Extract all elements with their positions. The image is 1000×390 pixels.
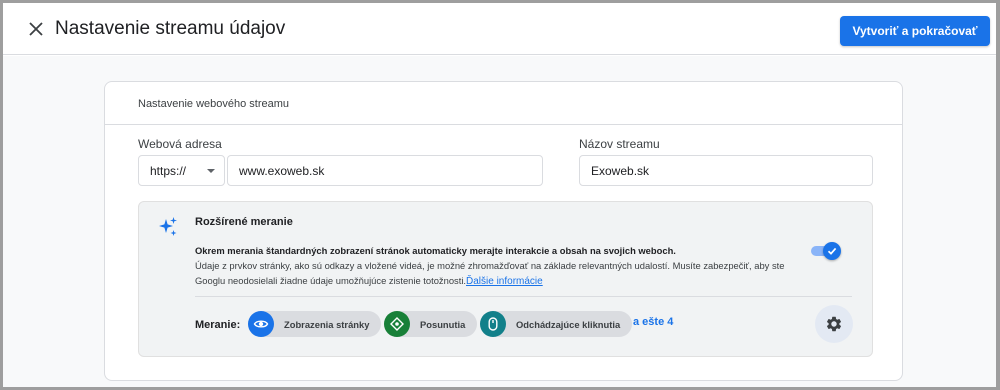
dialog-frame: Nastavenie streamu údajov Vytvoriť a pok… xyxy=(3,3,996,387)
chip-scrolls[interactable]: Posunutia xyxy=(384,311,478,337)
enhanced-measurement-box: Rozšírené meranie Okrem merania štandard… xyxy=(138,201,873,357)
chip-page-views[interactable]: Zobrazenia stránky xyxy=(248,311,382,337)
protocol-value: https:// xyxy=(150,163,187,178)
stream-name-label: Názov streamu xyxy=(579,137,660,151)
learn-more-link[interactable]: Ďalšie informácie xyxy=(466,276,543,287)
enhanced-measurement-description: Okrem merania štandardných zobrazení str… xyxy=(195,243,810,289)
header: Nastavenie streamu údajov Vytvoriť a pok… xyxy=(3,3,996,55)
card-title: Nastavenie webového streamu xyxy=(138,98,290,110)
chip-label: Odchádzajúce kliknutia xyxy=(516,318,621,330)
create-continue-button[interactable]: Vytvoriť a pokračovať xyxy=(840,16,990,46)
close-icon xyxy=(29,22,43,36)
web-address-label: Webová adresa xyxy=(138,137,222,151)
check-icon xyxy=(827,247,837,255)
stream-name-input[interactable] xyxy=(579,155,873,186)
scroll-target-icon xyxy=(384,311,410,337)
chevron-down-icon xyxy=(207,169,215,173)
description-lead: Okrem merania štandardných zobrazení str… xyxy=(195,245,676,256)
web-stream-card: Nastavenie webového streamu Webová adres… xyxy=(104,81,903,381)
sparkle-icon xyxy=(159,217,177,236)
chip-label: Posunutia xyxy=(420,318,466,330)
settings-button[interactable] xyxy=(815,305,853,343)
toggle-knob xyxy=(823,242,841,260)
divider xyxy=(105,124,902,125)
measurement-label: Meranie: xyxy=(195,319,241,331)
enhanced-measurement-toggle[interactable] xyxy=(811,242,841,260)
gear-icon xyxy=(826,316,842,332)
close-button[interactable] xyxy=(25,18,47,40)
divider xyxy=(195,296,852,297)
more-measurements-link[interactable]: a ešte 4 xyxy=(633,316,673,328)
enhanced-measurement-title: Rozšírené meranie xyxy=(195,216,293,228)
web-address-input[interactable] xyxy=(227,155,543,186)
chip-label: Zobrazenia stránky xyxy=(284,318,370,330)
mouse-icon xyxy=(480,311,506,337)
chip-outbound-clicks[interactable]: Odchádzajúce kliknutia xyxy=(480,311,633,337)
eye-icon xyxy=(248,311,274,337)
protocol-select[interactable]: https:// xyxy=(138,155,225,186)
page-title: Nastavenie streamu údajov xyxy=(55,18,286,39)
content-area: Nastavenie webového streamu Webová adres… xyxy=(3,56,996,387)
